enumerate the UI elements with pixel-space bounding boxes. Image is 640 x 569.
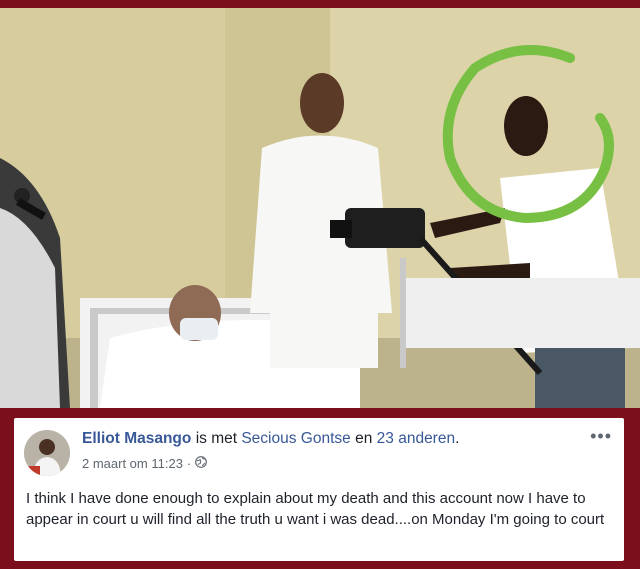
with-text: is met xyxy=(195,430,238,447)
tagged-person-link[interactable]: Secious Gontse xyxy=(241,430,350,447)
camera-icon xyxy=(345,208,425,248)
avatar[interactable] xyxy=(24,430,70,476)
timestamp-link[interactable]: 2 maart om 11:23 xyxy=(82,456,183,471)
post-body-text: I think I have done enough to explain ab… xyxy=(26,490,605,528)
facebook-post-card: Elliot Masango is met Secious Gontse en … xyxy=(14,418,624,561)
post-meta: 2 maart om 11:23 · xyxy=(82,456,208,471)
post-photo[interactable] xyxy=(0,8,640,408)
more-options-button[interactable]: ••• xyxy=(590,426,612,447)
author-name-link[interactable]: Elliot Masango xyxy=(82,430,191,447)
globe-icon[interactable] xyxy=(195,456,208,471)
post-header: Elliot Masango is met Secious Gontse en … xyxy=(82,430,459,448)
and-text: en xyxy=(355,430,373,447)
hospital-scene-illustration xyxy=(0,8,640,408)
header-period: . xyxy=(455,430,460,447)
meta-separator: · xyxy=(186,456,192,471)
others-link[interactable]: 23 anderen xyxy=(377,430,455,447)
